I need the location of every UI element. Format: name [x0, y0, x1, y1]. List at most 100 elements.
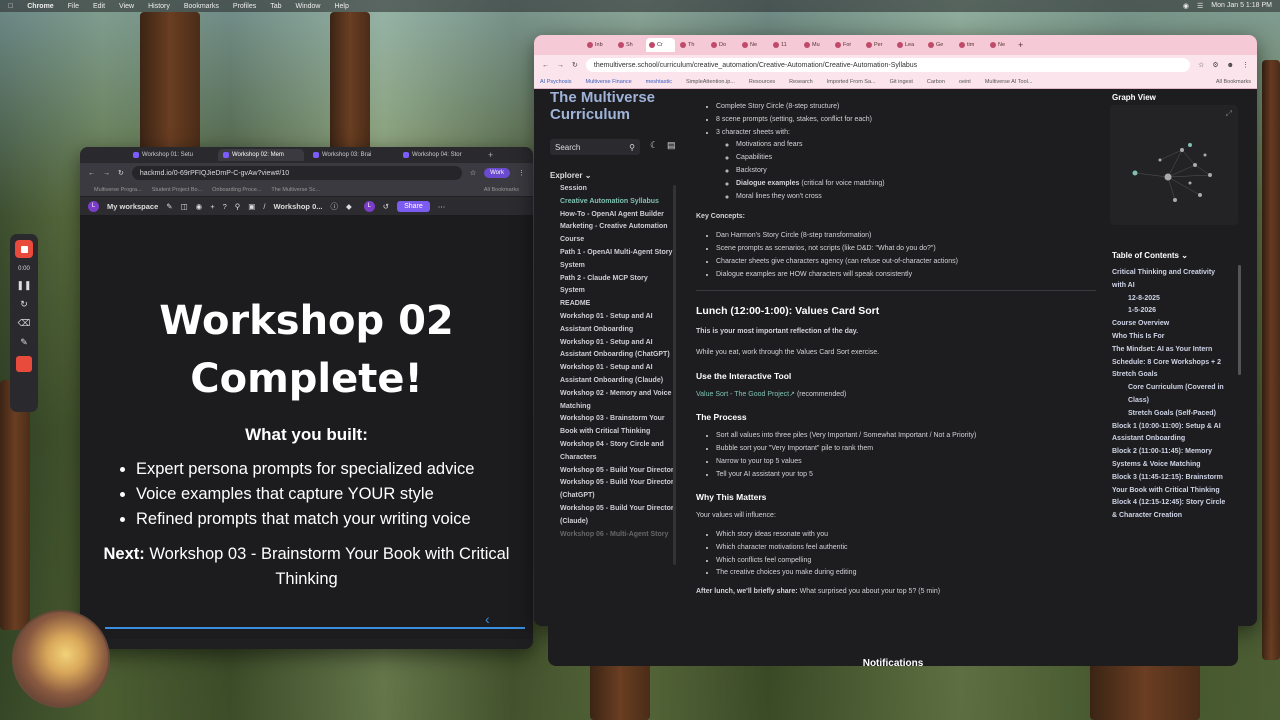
pause-icon[interactable]: ❚❚ [16, 280, 31, 291]
restart-icon[interactable]: ↻ [20, 299, 28, 310]
nav-item[interactable]: Marketing - Creative Automation Course [560, 221, 674, 247]
bookmark-item[interactable]: meshtastic [646, 79, 672, 85]
bookmark-item[interactable]: oeint [959, 79, 971, 85]
toc-item[interactable]: Schedule: 8 Core Workshops + 2 Stretch G… [1112, 357, 1230, 383]
bookmark-item[interactable]: Imported From Sa... [827, 79, 876, 85]
browser-tab[interactable]: For [832, 38, 861, 52]
explorer-toggle[interactable]: Explorer ⌄ [550, 171, 591, 180]
menu-tab[interactable]: Tab [270, 3, 281, 10]
menu-edit[interactable]: Edit [93, 3, 105, 10]
menu-history[interactable]: History [148, 3, 170, 10]
value-sort-link[interactable]: Value Sort - The Good Project [696, 391, 789, 398]
browser-tab[interactable]: Th [677, 38, 706, 52]
graph-view-canvas[interactable]: ⤢ [1110, 105, 1238, 225]
bookmark-item[interactable]: Carbon [927, 79, 945, 85]
doc-title[interactable]: Workshop 0... [273, 202, 322, 211]
bookmark-item[interactable]: Research [789, 79, 813, 85]
tag-icon[interactable]: ◆ [346, 202, 352, 211]
nav-item[interactable]: Workshop 01 - Setup and AI Assistant Onb… [560, 362, 674, 388]
history-icon[interactable]: ↺ [383, 202, 389, 211]
nav-item[interactable]: Workshop 05 - Build Your Director (ChatG… [560, 477, 674, 503]
extensions-icon[interactable]: ⚙ [1212, 61, 1218, 69]
nav-item[interactable]: Workshop 02 - Memory and Voice Matching [560, 388, 674, 414]
toc-item[interactable]: Stretch Goals (Self-Paced) [1112, 408, 1230, 421]
bookmark-item[interactable]: Onboarding Proce... [212, 187, 261, 193]
tab-workshop-01[interactable]: Workshop 01: Setu [128, 149, 214, 161]
wifi-icon[interactable]: ◉ [1183, 2, 1189, 10]
forward-arrow-icon[interactable]: → [103, 170, 110, 177]
nav-item[interactable]: README [560, 298, 674, 311]
dark-mode-moon-icon[interactable]: ☾ [650, 140, 658, 151]
new-tab-plus-icon[interactable]: + [488, 150, 493, 160]
nav-item[interactable]: Session [560, 183, 674, 196]
browser-tab[interactable]: Inb [584, 38, 613, 52]
reload-icon[interactable]: ↻ [572, 61, 578, 69]
control-center-icon[interactable]: ☰ [1197, 2, 1203, 10]
toc-item[interactable]: Who This Is For [1112, 331, 1230, 344]
menu-window[interactable]: Window [296, 3, 321, 10]
user-avatar[interactable]: L [363, 200, 375, 212]
menu-help[interactable]: Help [334, 3, 348, 10]
browser-tab[interactable]: Do [708, 38, 737, 52]
profile-icon[interactable]: ☻ [1227, 62, 1234, 69]
browser-tab[interactable]: Ne [739, 38, 768, 52]
kebab-menu-icon[interactable]: ⋮ [1242, 61, 1249, 69]
info-icon[interactable]: ⓘ [331, 201, 339, 212]
share-button[interactable]: Share [397, 200, 430, 212]
bookmark-item[interactable]: Multiverse AI Tool... [985, 79, 1033, 85]
toc-item[interactable]: Critical Thinking and Creativity with AI [1112, 267, 1230, 293]
bookmark-item[interactable]: SimpleAttention.ip... [686, 79, 735, 85]
bookmark-star-icon[interactable]: ☆ [470, 169, 476, 177]
toc-item[interactable]: The Mindset: AI as Your Intern [1112, 344, 1230, 357]
nav-item[interactable]: Workshop 06 - Multi-Agent Story [560, 529, 674, 542]
edit-pencil-icon[interactable]: ✎ [166, 202, 172, 211]
toc-item[interactable]: Block 1 (10:00-11:00): Setup & AI Assist… [1112, 421, 1230, 447]
toc-item[interactable]: 12-8-2025 [1112, 293, 1230, 306]
help-icon[interactable]: ? [223, 202, 227, 211]
tab-workshop-02[interactable]: Workshop 02: Mem [218, 149, 304, 161]
browser-tab-active[interactable]: Cr [646, 38, 675, 52]
bookmark-star-icon[interactable]: ☆ [1198, 61, 1204, 69]
nav-item[interactable]: Workshop 04 - Story Circle and Character… [560, 439, 674, 465]
browser-tab[interactable]: Ne [987, 38, 1016, 52]
browser-tab[interactable]: Lea [894, 38, 923, 52]
browser-tab[interactable]: Per [863, 38, 892, 52]
menu-view[interactable]: View [119, 3, 134, 10]
explorer-scrollbar[interactable] [673, 185, 676, 565]
tab-workshop-04[interactable]: Workshop 04: Stor [398, 149, 484, 161]
apple-icon[interactable]:  [8, 3, 13, 10]
bookmark-item[interactable]: Multiverse Finance [585, 79, 631, 85]
bookmark-item[interactable]: The Multiverse Sc... [271, 187, 320, 193]
toc-item[interactable]: Core Curriculum (Covered in Class) [1112, 382, 1230, 408]
nav-item[interactable]: Workshop 01 - Setup and AI Assistant Onb… [560, 311, 674, 337]
stop-recording-button[interactable] [15, 240, 33, 258]
reader-mode-icon[interactable]: ▤ [667, 140, 676, 151]
menu-file[interactable]: File [68, 3, 79, 10]
url-field[interactable]: hackmd.io/0-69rPFIQJieDmP-C-gvAw?view#/1… [131, 166, 462, 180]
menubar-app-name[interactable]: Chrome [27, 3, 53, 10]
tab-workshop-03[interactable]: Workshop 03: Brai [308, 149, 394, 161]
toc-item[interactable]: Block 2 (11:00-11:45): Memory Systems & … [1112, 446, 1230, 472]
all-bookmarks[interactable]: All Bookmarks [484, 187, 519, 193]
nav-item[interactable]: Workshop 01 - Setup and AI Assistant Onb… [560, 337, 674, 363]
browser-tab[interactable]: Ge [925, 38, 954, 52]
nav-item[interactable]: Workshop 05 - Build Your Director (Claud… [560, 503, 674, 529]
site-brand-title[interactable]: The Multiverse Curriculum [550, 89, 680, 123]
bookmark-item[interactable]: Student Project Bo... [152, 187, 202, 193]
trash-icon[interactable]: ⌫ [18, 318, 31, 329]
workspace-avatar[interactable]: L [88, 200, 99, 212]
nav-item[interactable]: Path 1 - OpenAI Multi-Agent Story System [560, 247, 674, 273]
toc-item[interactable]: 1-5-2026 [1112, 305, 1230, 318]
nav-item-active[interactable]: Creative Automation Syllabus [560, 196, 674, 209]
more-menu-icon[interactable]: ⋯ [438, 202, 446, 211]
profile-work-badge[interactable]: Work [484, 168, 510, 178]
workspace-name[interactable]: My workspace [107, 202, 158, 211]
app-logo-icon[interactable] [16, 356, 32, 372]
toc-toggle[interactable]: Table of Contents ⌄ [1112, 251, 1188, 260]
menu-profiles[interactable]: Profiles [233, 3, 256, 10]
view-eye-icon[interactable]: ◉ [196, 202, 203, 211]
bookmark-item[interactable]: Git ingest [890, 79, 913, 85]
back-arrow-icon[interactable]: ← [88, 170, 95, 177]
draw-pen-icon[interactable]: ✎ [20, 337, 28, 348]
browser-tab[interactable]: Mu [801, 38, 830, 52]
